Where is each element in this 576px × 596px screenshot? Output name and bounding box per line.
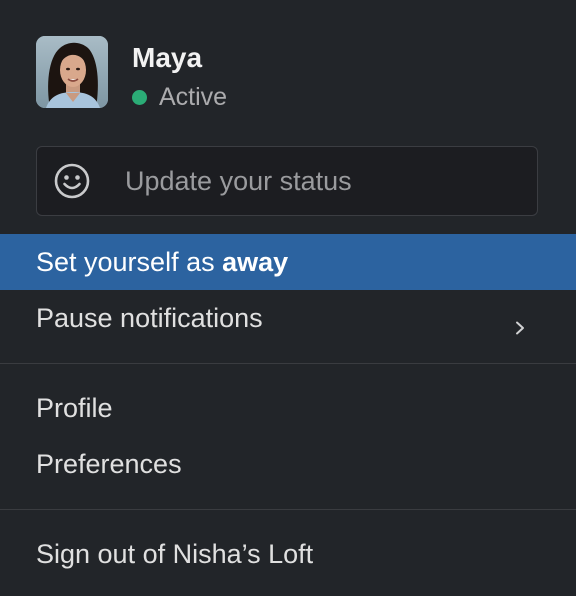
presence-dot-icon [132,89,147,105]
presence-indicator: Active [132,82,228,111]
menu-item-pause-notifications[interactable]: Pause notifications [0,290,576,346]
status-placeholder: Update your status [125,165,352,196]
menu-item-preferences[interactable]: Preferences [0,436,576,492]
away-prefix: Set yourself as [36,246,223,277]
chevron-right-icon [514,311,526,335]
user-menu: Maya Active Update your status Set yours… [0,0,576,596]
menu-item-label: Profile [36,392,113,423]
menu-item-sign-out[interactable]: Sign out of Nisha’s Loft [0,526,576,582]
update-status-input[interactable]: Update your status [36,146,538,216]
divider [0,363,576,364]
menu-item-label: Pause notifications [36,302,263,333]
avatar [36,36,108,108]
user-name: Maya [132,42,203,73]
menu-item-profile[interactable]: Profile [0,380,576,436]
away-emphasis: away [222,246,289,277]
menu-item-label: Set yourself as away [36,247,526,278]
user-header: Maya Active [36,36,536,111]
smiley-icon [53,162,91,200]
menu-item-set-away[interactable]: Set yourself as away [0,234,576,290]
menu-item-label: Sign out of Nisha’s Loft [36,538,314,569]
divider [0,509,576,510]
menu-item-label: Preferences [36,448,182,479]
presence-label: Active [159,82,228,111]
